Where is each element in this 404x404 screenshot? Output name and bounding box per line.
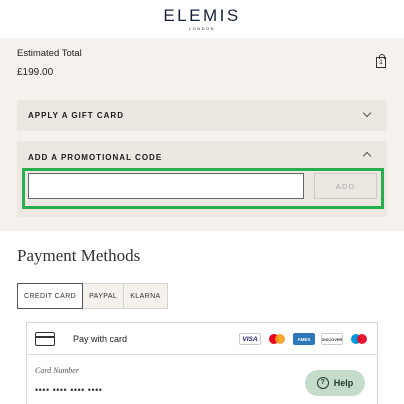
help-button[interactable]: ? Help <box>305 370 365 396</box>
question-icon: ? <box>316 377 329 389</box>
pay-with-card-label: Pay with card <box>73 334 128 344</box>
estimated-total-label: Estimated Total <box>17 48 82 59</box>
card-number-input[interactable]: •••• •••• •••• •••• <box>35 385 102 395</box>
amex-icon: AMEX <box>293 333 315 345</box>
maestro-icon <box>349 333 369 345</box>
visa-icon: VISA <box>239 333 261 345</box>
chevron-down-icon <box>362 108 372 118</box>
estimated-total-value: £199.00 <box>17 67 54 78</box>
mastercard-icon <box>267 333 287 345</box>
add-promo-button[interactable]: ADD <box>314 173 377 199</box>
order-summary: Estimated Total £199.00 1 <box>0 38 404 83</box>
brand-logo[interactable]: ELEMIS <box>163 7 240 24</box>
promo-code-label[interactable]: ADD A PROMOTIONAL CODE <box>28 153 162 162</box>
pay-with-card-header: Pay with card VISA AMEX DISCOVER <box>27 323 377 355</box>
shopping-bag-icon[interactable]: 1 <box>376 54 386 68</box>
help-label: Help <box>333 378 354 388</box>
card-brands: VISA AMEX DISCOVER <box>239 333 369 345</box>
promo-code-accordion: ADD A PROMOTIONAL CODE ADD <box>17 141 387 217</box>
site-header: ELEMIS LONDON <box>0 0 404 38</box>
payment-methods-title: Payment Methods <box>17 246 141 265</box>
credit-card-icon <box>35 332 55 346</box>
promo-code-input[interactable] <box>28 173 304 199</box>
tab-credit-card[interactable]: CREDIT CARD <box>17 283 84 309</box>
payment-tabs: CREDIT CARD PAYPAL KLARNA <box>17 283 168 309</box>
chevron-up-icon[interactable] <box>362 151 372 161</box>
gift-card-accordion[interactable]: APPLY A GIFT CARD <box>17 100 387 131</box>
bag-count: 1 <box>379 60 383 66</box>
tab-klarna[interactable]: KLARNA <box>123 283 168 309</box>
discover-icon: DISCOVER <box>321 333 343 345</box>
gift-card-label: APPLY A GIFT CARD <box>28 111 124 120</box>
card-number-label: Card Number <box>35 366 79 375</box>
brand-logo-subtitle: LONDON <box>188 26 216 31</box>
tab-paypal[interactable]: PAYPAL <box>82 283 125 309</box>
